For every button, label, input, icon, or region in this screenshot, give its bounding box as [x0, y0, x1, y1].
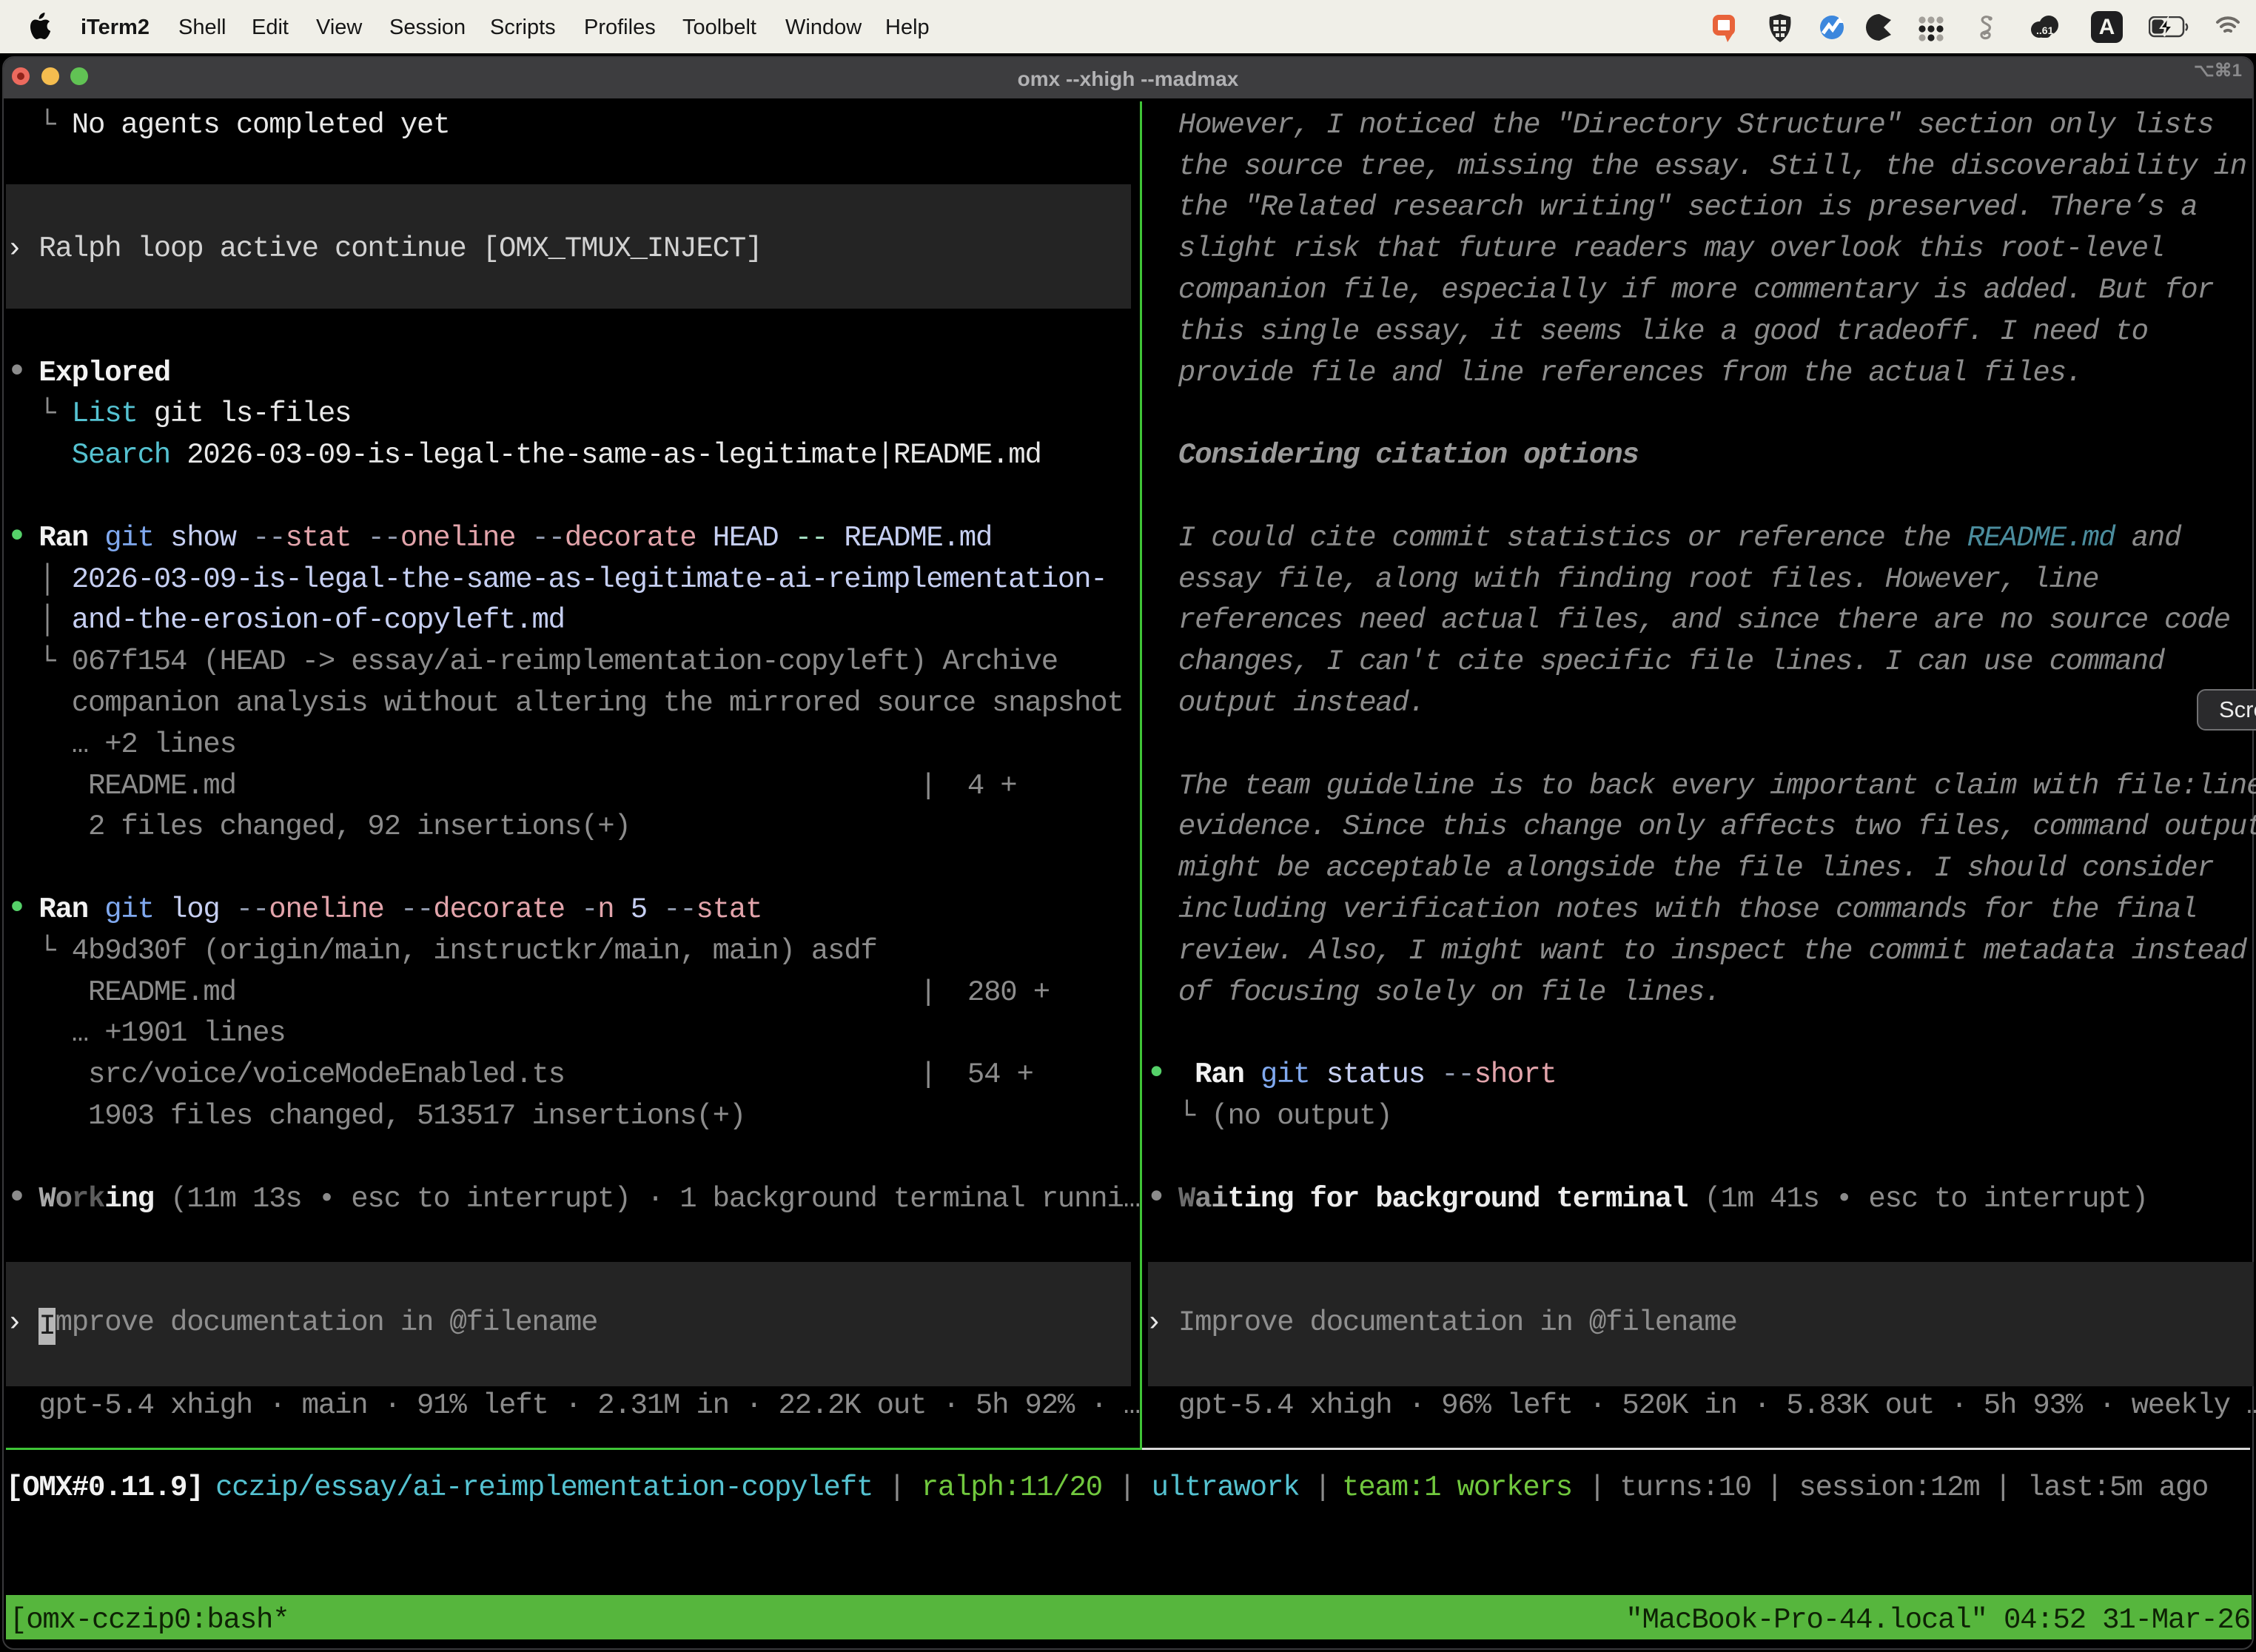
svg-text:..61: ..61 — [2036, 24, 2054, 36]
